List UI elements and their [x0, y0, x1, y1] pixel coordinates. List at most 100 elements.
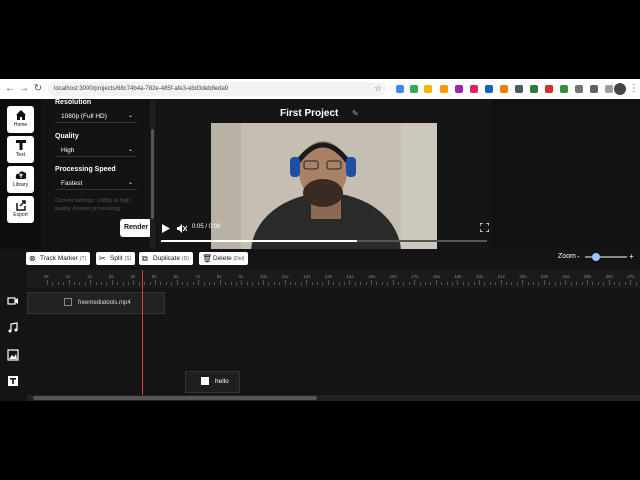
- mute-icon[interactable]: [177, 224, 187, 233]
- image-track-icon[interactable]: [7, 349, 19, 361]
- ruler-tick-label: 17s: [411, 274, 419, 279]
- ruler-tick: [484, 282, 486, 285]
- extension-icon[interactable]: [396, 85, 404, 93]
- extension-icon[interactable]: [530, 85, 538, 93]
- ruler-tick: [257, 282, 259, 285]
- timeline-scrollbar[interactable]: [27, 395, 640, 401]
- ruler-tick: [203, 282, 205, 285]
- ruler-tick: [414, 280, 416, 285]
- ruler-tick: [398, 282, 399, 285]
- star-icon[interactable]: ☆: [372, 82, 384, 96]
- ruler-tick: [581, 282, 583, 285]
- play-icon[interactable]: [162, 224, 170, 233]
- ruler-tick-label: 5s: [152, 274, 157, 279]
- ruler-tick: [576, 282, 578, 285]
- extension-icon[interactable]: [590, 85, 598, 93]
- ruler-tick: [435, 280, 437, 285]
- extension-icon[interactable]: [455, 85, 463, 93]
- profile-avatar[interactable]: [614, 83, 626, 95]
- ruler-tick: [381, 282, 383, 285]
- track-marker-button[interactable]: ⊗ Track Marker (T): [26, 252, 91, 265]
- speed-select[interactable]: Fastest ⌄: [55, 177, 137, 190]
- reload-icon[interactable]: ↻: [32, 82, 44, 96]
- sidebar-item-library[interactable]: Library: [7, 166, 34, 193]
- menu-icon[interactable]: ⋮: [628, 82, 640, 96]
- extension-icon[interactable]: [515, 85, 523, 93]
- extension-icon[interactable]: [500, 85, 508, 93]
- extension-icon[interactable]: [545, 85, 553, 93]
- home-icon: [15, 110, 26, 120]
- extension-icon[interactable]: [410, 85, 418, 93]
- text-clip[interactable]: hello: [185, 371, 240, 393]
- extension-icon[interactable]: [605, 85, 613, 93]
- extension-icon[interactable]: [560, 85, 568, 93]
- resolution-select[interactable]: 1080p (Full HD) ⌄: [55, 110, 137, 123]
- ruler-tick: [333, 282, 335, 285]
- forward-icon[interactable]: →: [18, 82, 30, 96]
- settings-hint: Current settings: 1080p at high quality …: [55, 198, 131, 212]
- ruler-tick: [592, 282, 594, 285]
- ruler-tick-label: 26s: [605, 274, 613, 279]
- ruler-tick: [273, 282, 275, 285]
- ruler-tick: [479, 280, 480, 285]
- zoom-slider-knob[interactable]: [591, 253, 600, 261]
- seek-bar[interactable]: [161, 240, 487, 242]
- ruler-tick: [376, 282, 378, 285]
- sidebar-item-text[interactable]: Text: [7, 136, 34, 163]
- video-clip[interactable]: freemediatools.mp4: [27, 292, 165, 314]
- fullscreen-icon[interactable]: [480, 223, 489, 232]
- sidebar-item-label: Home: [13, 122, 28, 128]
- split-button[interactable]: ✂ Split (S): [96, 252, 136, 265]
- ruler-tick-label: 18s: [432, 274, 441, 279]
- ruler-tick: [133, 280, 135, 285]
- ruler-tick: [52, 282, 54, 285]
- ruler-tick-label: 20s: [476, 274, 484, 279]
- ruler-tick: [349, 280, 351, 285]
- ruler-tick: [365, 282, 367, 285]
- zoom-in-button[interactable]: +: [629, 252, 634, 261]
- video-track-icon[interactable]: [7, 295, 19, 307]
- extension-icon[interactable]: [470, 85, 478, 93]
- speed-label: Processing Speed: [55, 166, 116, 173]
- duplicate-button[interactable]: ⧉ Duplicate (D): [139, 252, 193, 265]
- quality-select[interactable]: High ⌄: [55, 144, 137, 157]
- panel-scrollbar[interactable]: [150, 99, 155, 249]
- shortcut-label: (D): [181, 256, 189, 262]
- ruler-tick: [63, 282, 65, 285]
- ruler-tick: [268, 282, 270, 285]
- extension-icon[interactable]: [440, 85, 448, 93]
- ruler-tick: [192, 282, 194, 285]
- button-label: Duplicate: [153, 255, 181, 262]
- project-title[interactable]: First Project: [280, 108, 338, 119]
- text-track-icon[interactable]: [7, 375, 19, 387]
- audio-track-icon[interactable]: [7, 322, 19, 334]
- address-bar[interactable]: localhost:3000/projects/68c74b4a-782e-48…: [48, 82, 386, 96]
- sidebar-item-export[interactable]: Export: [7, 196, 34, 223]
- ruler-tick-label: 11s: [281, 274, 289, 279]
- sidebar-item-home[interactable]: Home: [7, 106, 34, 133]
- ruler-tick: [597, 282, 599, 285]
- ruler-tick: [284, 280, 286, 285]
- zoom-out-button[interactable]: -: [577, 252, 580, 261]
- extension-icon[interactable]: [485, 85, 493, 93]
- ruler-tick-label: 9s: [238, 274, 244, 279]
- back-icon[interactable]: ←: [4, 82, 16, 96]
- ruler-tick: [171, 282, 173, 285]
- pencil-icon[interactable]: ✎: [352, 109, 359, 118]
- zoom-slider[interactable]: [585, 253, 627, 261]
- playhead[interactable]: [142, 270, 143, 401]
- ruler-tick: [533, 282, 534, 285]
- delete-button[interactable]: 🗑 Delete (Del): [199, 252, 249, 265]
- render-button[interactable]: Render: [120, 219, 152, 237]
- sidebar-item-label: Library: [12, 182, 29, 188]
- sidebar-item-label: Text: [15, 152, 26, 158]
- extension-icon[interactable]: [575, 85, 583, 93]
- timeline-ruler[interactable]: 0s 1s 2s 3s 4s 5s 6s 7s 8s 9s 10s 11s 12s 13s 14s 15s 16…: [27, 270, 640, 288]
- extension-icon[interactable]: [424, 85, 432, 93]
- ruler-tick-label: 2s: [87, 274, 92, 279]
- ruler-tick: [149, 282, 151, 285]
- ruler-tick: [295, 282, 297, 285]
- ruler-tick: [79, 282, 81, 285]
- browser-toolbar: ← → ↻ localhost:3000/projects/68c74b4a-7…: [0, 79, 640, 99]
- ruler-tick: [538, 282, 540, 285]
